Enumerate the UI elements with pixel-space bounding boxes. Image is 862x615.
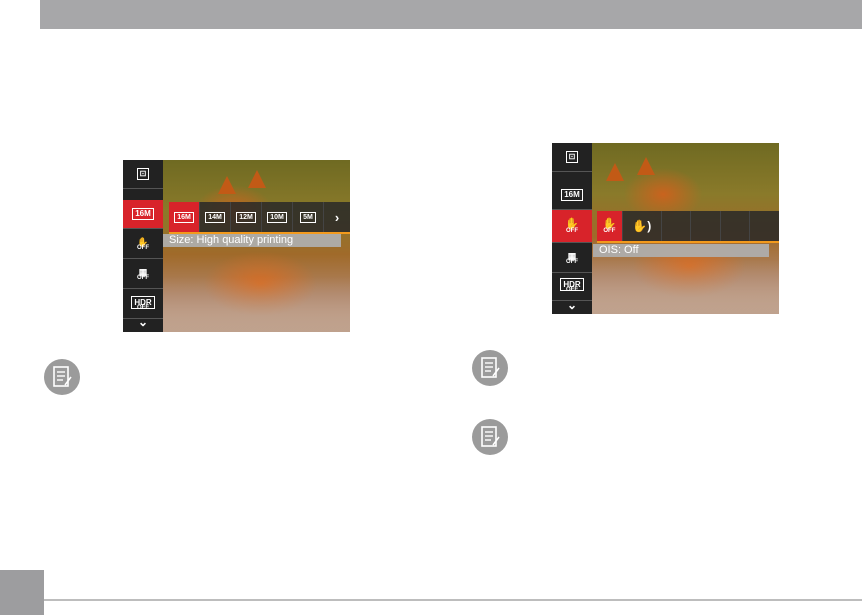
empty-slot	[662, 211, 692, 241]
continuous-af-off-icon[interactable]: ▦ OFF	[123, 260, 163, 289]
option-caption: Size: High quality printing	[163, 234, 341, 247]
option-16m[interactable]: 16M	[169, 202, 200, 232]
empty-slot	[691, 211, 721, 241]
option-caption: OIS: Off	[593, 244, 769, 257]
side-menu: ⊡ 16M ✋ OFF ▦ OFF HDR OFF ⌄	[552, 143, 592, 314]
selection-underline	[597, 241, 779, 243]
metering-icon[interactable]: ⊡	[123, 160, 163, 189]
image-size-icon[interactable]: 16M	[123, 200, 163, 229]
empty-slot	[750, 211, 779, 241]
ois-off-icon[interactable]: ✋ OFF	[552, 210, 592, 243]
image-size-icon[interactable]: 16M	[552, 181, 592, 210]
ois-options: ✋ OFF ✋)	[597, 211, 779, 241]
chevron-down-icon[interactable]: ⌄	[552, 296, 592, 314]
empty-slot	[721, 211, 751, 241]
option-14m[interactable]: 14M	[200, 202, 231, 232]
option-5m[interactable]: 5M	[293, 202, 324, 232]
ois-off-icon[interactable]: ✋ OFF	[123, 230, 163, 259]
image-size-options: 16M 14M 12M 10M 5M ›	[169, 202, 350, 232]
note-icon	[44, 359, 80, 395]
chevron-right-icon[interactable]: ›	[324, 202, 350, 232]
continuous-af-off-icon[interactable]: ▦ OFF	[552, 244, 592, 273]
ois-on-option[interactable]: ✋)	[623, 211, 662, 241]
page-tab	[0, 570, 44, 615]
footer-line	[44, 599, 862, 601]
side-menu: ⊡ 16M ✋ OFF ▦ OFF HDR OFF ⌄	[123, 160, 163, 332]
note-icon	[472, 419, 508, 455]
option-10m[interactable]: 10M	[262, 202, 293, 232]
note-icon	[472, 350, 508, 386]
camera-screen-ois: ⊡ 16M ✋ OFF ▦ OFF HDR OFF ⌄ ✋ OFF ✋) OIS: Of…	[552, 143, 779, 314]
chevron-down-icon[interactable]: ⌄	[123, 312, 163, 332]
camera-screen-image-size: ⊡ 16M ✋ OFF ▦ OFF HDR OFF ⌄ 16M 14M 12M 10M…	[123, 160, 350, 332]
metering-icon[interactable]: ⊡	[552, 143, 592, 172]
header-bar	[40, 0, 862, 29]
option-12m[interactable]: 12M	[231, 202, 262, 232]
ois-off-option[interactable]: ✋ OFF	[597, 211, 623, 241]
